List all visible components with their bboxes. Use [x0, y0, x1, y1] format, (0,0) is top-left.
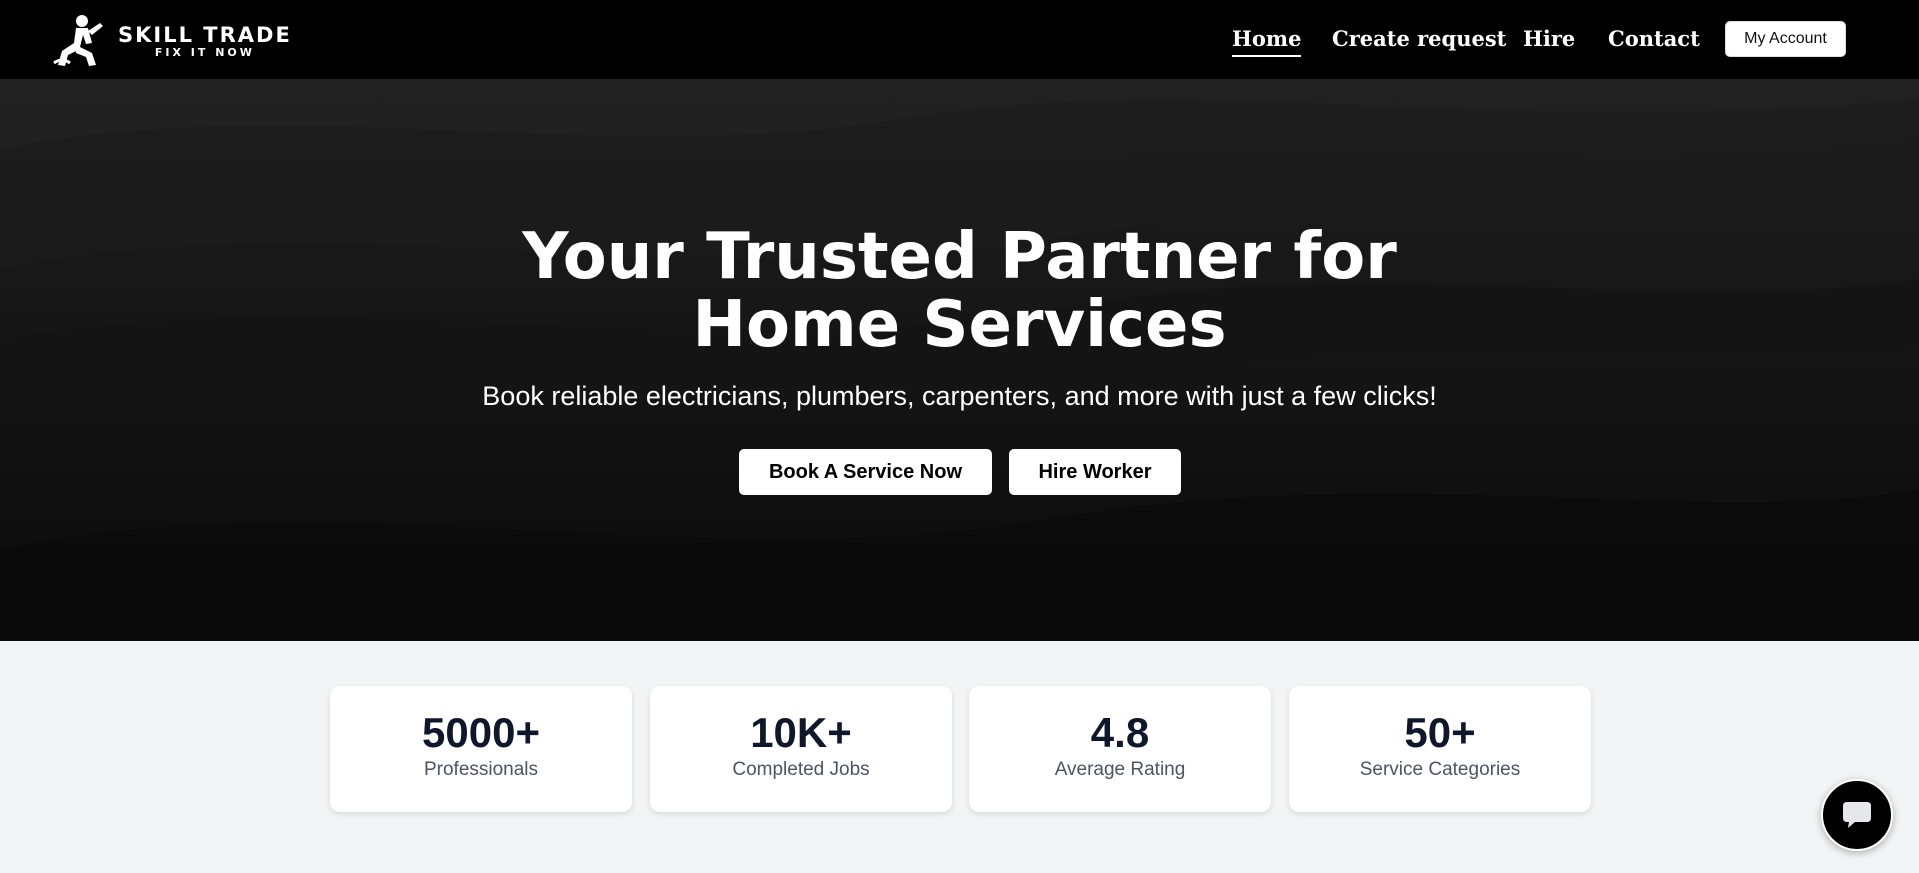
stat-value: 4.8 — [1090, 709, 1150, 756]
hero-title: Your Trusted Partner for Home Services — [0, 223, 1919, 359]
stat-label: Average Rating — [1054, 759, 1186, 780]
stat-label: Completed Jobs — [732, 759, 870, 780]
logo-title: SKILL TRADE — [118, 22, 292, 47]
book-service-button[interactable]: Book A Service Now — [739, 449, 992, 495]
stat-value: 50+ — [1404, 709, 1476, 756]
nav-home[interactable]: Home — [1232, 25, 1302, 57]
hire-worker-button[interactable]: Hire Worker — [1009, 449, 1181, 495]
hero-title-line-2: Home Services — [692, 288, 1227, 362]
logo-text: SKILL TRADE FIX IT NOW — [118, 24, 292, 59]
chat-button[interactable] — [1821, 779, 1893, 851]
stat-value: 5000+ — [422, 709, 540, 756]
stat-card-completed-jobs: 10K+ Completed Jobs — [650, 686, 952, 812]
worker-kneeling-icon — [53, 15, 103, 66]
stat-value: 10K+ — [750, 709, 852, 756]
logo[interactable]: SKILL TRADE FIX IT NOW — [52, 13, 292, 69]
stats-section: 5000+ Professionals 10K+ Completed Jobs … — [0, 641, 1919, 858]
stat-card-service-categories: 50+ Service Categories — [1289, 686, 1591, 812]
my-account-button[interactable]: My Account — [1725, 21, 1846, 57]
stat-label: Professionals — [423, 759, 539, 780]
nav-create-request[interactable]: Create request — [1332, 25, 1506, 53]
logo-subtitle: FIX IT NOW — [154, 45, 255, 59]
hero-subtitle: Book reliable electricians, plumbers, ca… — [482, 381, 1437, 411]
stat-card-average-rating: 4.8 Average Rating — [969, 686, 1271, 812]
site-header: SKILL TRADE FIX IT NOW Home Create reque… — [0, 0, 1919, 79]
nav-hire[interactable]: Hire — [1523, 25, 1575, 53]
chat-bubble-icon — [1843, 802, 1871, 828]
stat-card-professionals: 5000+ Professionals — [330, 686, 632, 812]
hero-title-line-1: Your Trusted Partner for — [522, 220, 1397, 294]
stat-label: Service Categories — [1359, 759, 1521, 780]
hero-section: Your Trusted Partner for Home Services B… — [0, 79, 1919, 641]
nav-contact[interactable]: Contact — [1608, 25, 1700, 53]
